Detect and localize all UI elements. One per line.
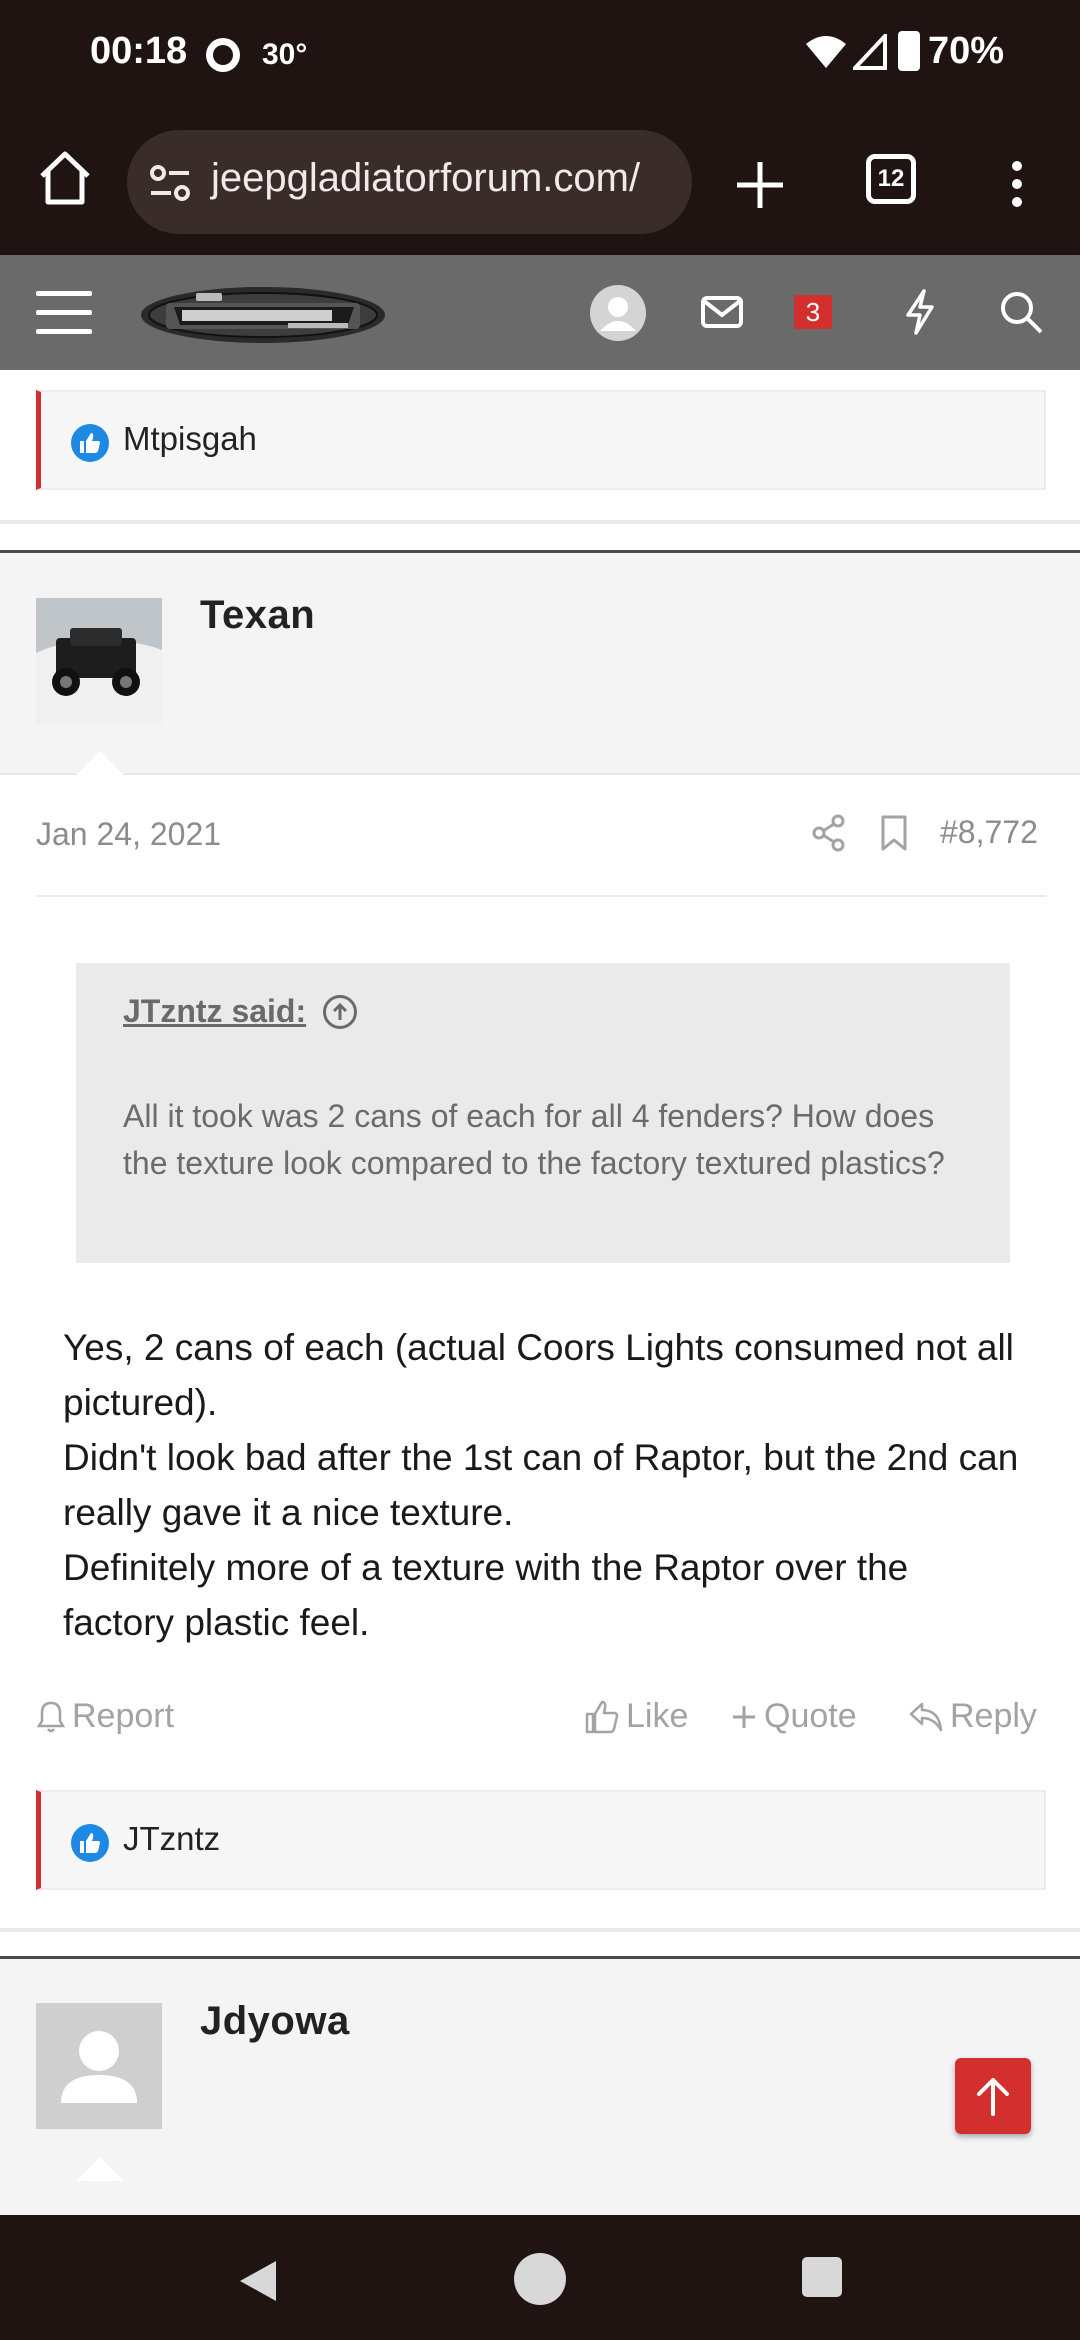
post-date[interactable]: Jan 24, 2021	[36, 816, 221, 853]
bell-icon	[36, 1701, 66, 1732]
home-button[interactable]	[514, 2253, 566, 2305]
quote-text: All it took was 2 cans of each for all 4…	[123, 1098, 945, 1181]
search-icon[interactable]	[998, 289, 1044, 335]
weather-app-icon	[206, 38, 240, 72]
back-to-top-button[interactable]	[955, 2058, 1031, 2134]
reaction-bar[interactable]: Mtpisgah	[36, 390, 1046, 490]
report-label: Report	[72, 1697, 175, 1735]
status-time: 00:18	[90, 30, 188, 72]
bookmark-icon[interactable]	[880, 814, 908, 852]
site-settings-icon[interactable]	[149, 164, 191, 202]
alerts-badge[interactable]: 3	[794, 295, 832, 329]
signal-icon	[853, 34, 887, 70]
battery-icon	[898, 31, 920, 71]
post-body-line: Yes, 2 cans of each (actual Coors Lights…	[63, 1327, 1014, 1423]
quote-label: Quote	[764, 1697, 857, 1735]
thread-content: Mtpisgah Texan Jan 24, 2021 #8,772 JTznt…	[0, 370, 1080, 2215]
new-tab-icon[interactable]	[733, 158, 787, 212]
home-icon[interactable]	[38, 150, 92, 206]
battery-percent: 70%	[928, 30, 1005, 72]
post-body-line: Didn't look bad after the 1st can of Rap…	[63, 1437, 1019, 1533]
like-button[interactable]: Like	[584, 1697, 688, 1736]
url-text: jeepgladiatorforum.com/	[211, 156, 641, 200]
arrow-up-icon	[977, 2078, 1009, 2116]
post-user-header: Jdyowa	[0, 1959, 1080, 2215]
avatar-pointer	[76, 751, 124, 775]
tab-switcher-button[interactable]: 12	[866, 154, 916, 204]
thumbs-up-icon	[585, 1700, 619, 1733]
system-nav-bar	[0, 2215, 1080, 2340]
quote-block: JTzntz said: All it took was 2 cans of e…	[76, 963, 1010, 1263]
plus-icon	[733, 1705, 755, 1728]
status-bar: 00:18 30° 70%	[0, 0, 1080, 110]
inbox-icon[interactable]	[700, 293, 744, 331]
post-bottom-edge	[0, 1928, 1080, 1932]
like-label: Like	[626, 1697, 689, 1735]
like-reaction-icon	[71, 424, 109, 462]
avatar-pointer	[76, 2157, 124, 2181]
whats-new-icon[interactable]	[902, 289, 938, 335]
back-icon[interactable]	[234, 2257, 282, 2305]
site-logo[interactable]	[138, 279, 388, 347]
meta-divider	[36, 895, 1046, 897]
status-temperature: 30°	[262, 38, 308, 71]
like-reaction-icon	[71, 1824, 109, 1862]
post-username[interactable]: Texan	[200, 593, 315, 638]
reply-icon	[909, 1702, 943, 1731]
post-actions: Report Like Quote Reply	[36, 1697, 1046, 1747]
reply-button[interactable]: Reply	[908, 1697, 1037, 1736]
reaction-user[interactable]: JTzntz	[123, 1820, 220, 1858]
user-avatar-icon[interactable]	[590, 285, 646, 341]
reply-label: Reply	[950, 1697, 1037, 1735]
post-user-header: Texan	[0, 553, 1080, 775]
post-bottom-edge	[0, 520, 1080, 524]
recents-button[interactable]	[802, 2257, 842, 2297]
arrow-up-circle-icon[interactable]	[323, 995, 357, 1029]
quote-button[interactable]: Quote	[730, 1697, 857, 1736]
share-icon[interactable]	[812, 814, 846, 852]
browser-toolbar: jeepgladiatorforum.com/ 12	[0, 110, 1080, 255]
post-body: Yes, 2 cans of each (actual Coors Lights…	[63, 1320, 1023, 1650]
post-username[interactable]: Jdyowa	[200, 1999, 350, 2044]
reaction-user[interactable]: Mtpisgah	[123, 420, 257, 458]
post-body-line: Definitely more of a texture with the Ra…	[63, 1547, 909, 1643]
menu-icon[interactable]	[36, 291, 92, 335]
address-bar[interactable]: jeepgladiatorforum.com/	[127, 130, 692, 234]
more-options-icon[interactable]	[1010, 160, 1024, 208]
reaction-bar[interactable]: JTzntz	[36, 1790, 1046, 1890]
avatar[interactable]	[36, 2003, 162, 2129]
site-header: 3	[0, 255, 1080, 370]
quote-author-link[interactable]: JTzntz said:	[123, 993, 306, 1030]
post-number-link[interactable]: #8,772	[940, 814, 1038, 851]
avatar[interactable]	[36, 598, 162, 724]
wifi-icon	[806, 36, 846, 68]
report-button[interactable]: Report	[36, 1697, 174, 1736]
